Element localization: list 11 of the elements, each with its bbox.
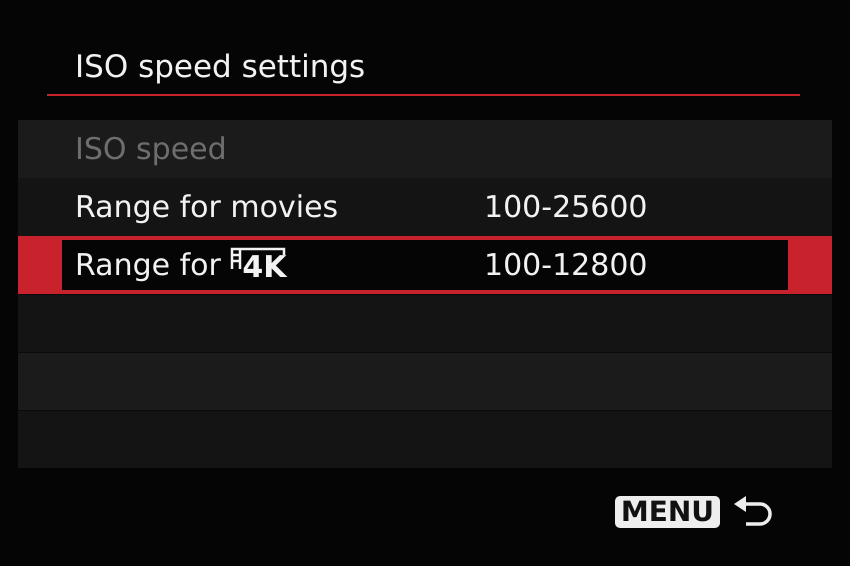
movie-format-label: 4K bbox=[230, 247, 287, 283]
row-value: 100-12800 bbox=[484, 246, 648, 284]
selected-menu-row[interactable]: Range for 4K 100-12800 bbox=[18, 236, 832, 294]
back-arrow-icon bbox=[732, 496, 772, 528]
menu-key[interactable]: MENU bbox=[614, 496, 720, 528]
label-text: Range for bbox=[75, 246, 222, 284]
screen-title: ISO speed settings bbox=[74, 48, 366, 87]
row-value: 100-25600 bbox=[484, 188, 648, 226]
label-text: ISO speed bbox=[75, 130, 227, 168]
menu-row[interactable]: Range for movies 100-25600 bbox=[18, 178, 832, 236]
label-text: Range for movies bbox=[75, 188, 338, 226]
